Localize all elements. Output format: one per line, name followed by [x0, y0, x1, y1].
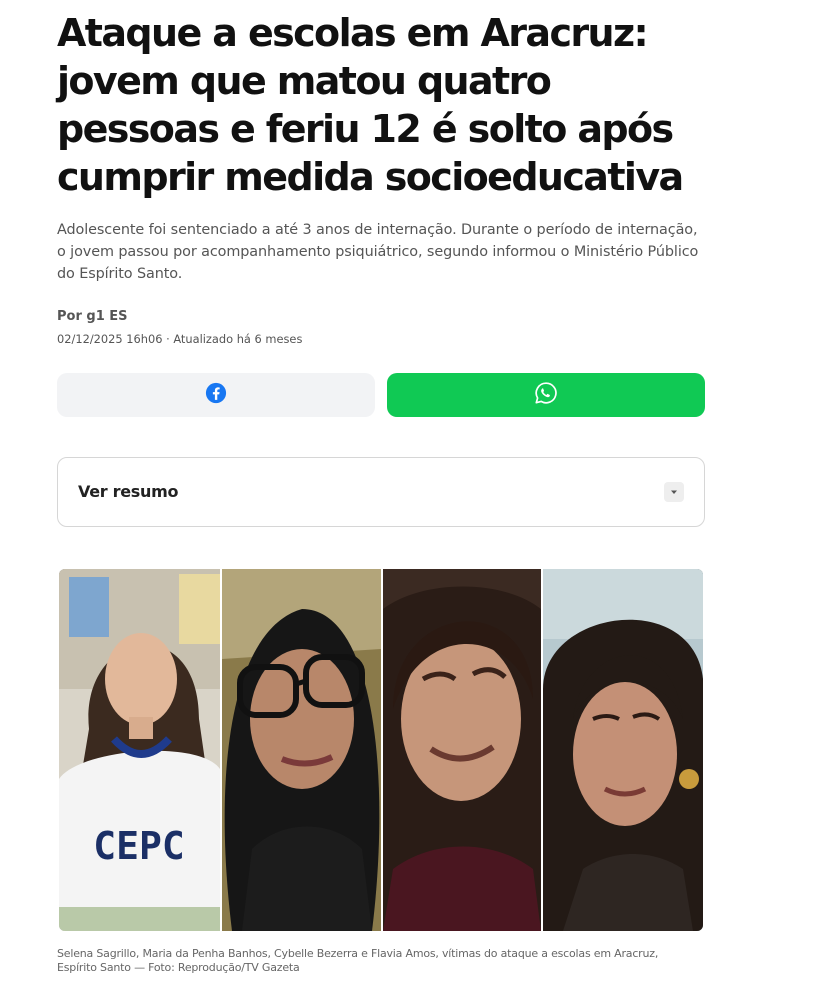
share-bar [57, 373, 705, 417]
article-page: Ataque a escolas em Aracruz: jovem que m… [0, 0, 815, 1007]
photo-panel-1: CEPC [59, 569, 220, 931]
photo-caption: Selena Sagrillo, Maria da Penha Banhos, … [57, 947, 659, 974]
share-facebook-button[interactable] [57, 373, 375, 417]
article-photo[interactable]: CEPC [59, 569, 703, 931]
share-whatsapp-button[interactable] [387, 373, 705, 417]
photo-panel-4 [543, 569, 703, 931]
whatsapp-icon [534, 381, 558, 410]
article-dateline: 02/12/2025 16h06 · Atualizado há 6 meses [57, 332, 303, 346]
summary-toggle-box[interactable]: Ver resumo [57, 457, 705, 527]
photo-panel-2 [222, 569, 381, 931]
caret-down-icon[interactable] [664, 482, 684, 502]
article-content: Ataque a escolas em Aracruz: jovem que m… [57, 0, 705, 974]
photo-panel-3 [383, 569, 541, 931]
article-subtitle: Adolescente foi sentenciado a até 3 anos… [57, 222, 699, 282]
summary-label: Ver resumo [78, 482, 179, 501]
shirt-logo-text: CEPC [93, 824, 185, 868]
article-byline[interactable]: Por g1 ES [57, 308, 705, 326]
article-title: Ataque a escolas em Aracruz: jovem que m… [57, 11, 684, 199]
facebook-icon [205, 382, 227, 409]
